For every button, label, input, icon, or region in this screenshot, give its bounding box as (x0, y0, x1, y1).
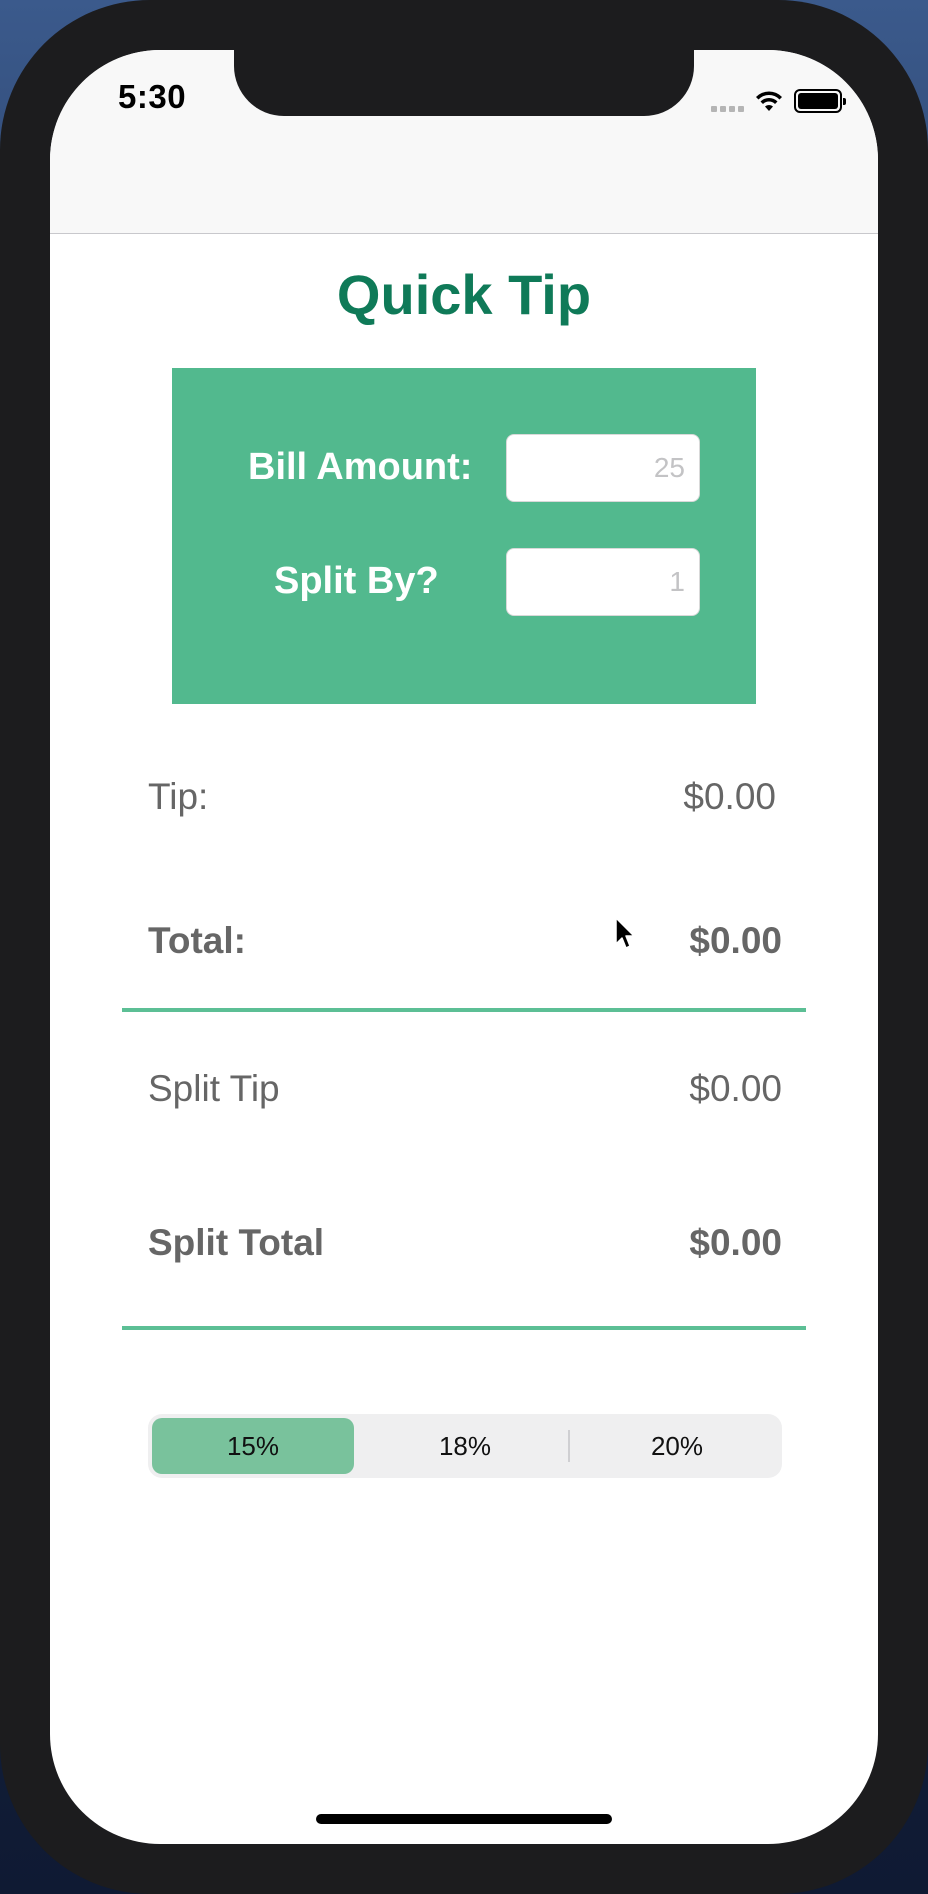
total-value: $0.00 (689, 920, 782, 961)
tip-option-18[interactable]: 18% (364, 1418, 566, 1474)
tip-option-15[interactable]: 15% (152, 1418, 354, 1474)
home-indicator (316, 1814, 612, 1824)
split-total-label: Split Total (148, 1222, 325, 1263)
app-title: Quick Tip (336, 263, 592, 326)
split-total-divider (122, 1326, 806, 1330)
split-tip-value: $0.00 (689, 1068, 782, 1109)
bill-amount-input[interactable] (506, 434, 700, 502)
segment-separator (568, 1430, 570, 1462)
status-time: 5:30 (118, 78, 187, 115)
app-screen: 5:30 Quick Tip Bill Amount: Split By? (50, 50, 878, 1844)
input-panel: Bill Amount: Split By? (172, 368, 756, 704)
device-notch (234, 50, 694, 116)
tip-value: $0.00 (683, 776, 776, 817)
tip-option-20[interactable]: 20% (576, 1418, 778, 1474)
phone-frame: 5:30 Quick Tip Bill Amount: Split By? (0, 0, 928, 1894)
split-total-value: $0.00 (689, 1222, 782, 1263)
tip-percent-selector: 15% 18% 20% (148, 1414, 782, 1478)
total-label: Total: (148, 920, 246, 961)
total-divider (122, 1008, 806, 1012)
split-by-input[interactable] (506, 548, 700, 616)
cellular-signal-icon (711, 90, 744, 112)
battery-icon (794, 89, 846, 113)
status-icons (711, 86, 846, 116)
split-tip-label: Split Tip (148, 1068, 280, 1109)
bill-amount-label: Bill Amount: (248, 446, 473, 488)
split-by-label: Split By? (274, 560, 439, 602)
mouse-pointer-icon (615, 917, 635, 949)
tip-label: Tip: (148, 776, 209, 817)
wifi-icon (756, 91, 782, 111)
